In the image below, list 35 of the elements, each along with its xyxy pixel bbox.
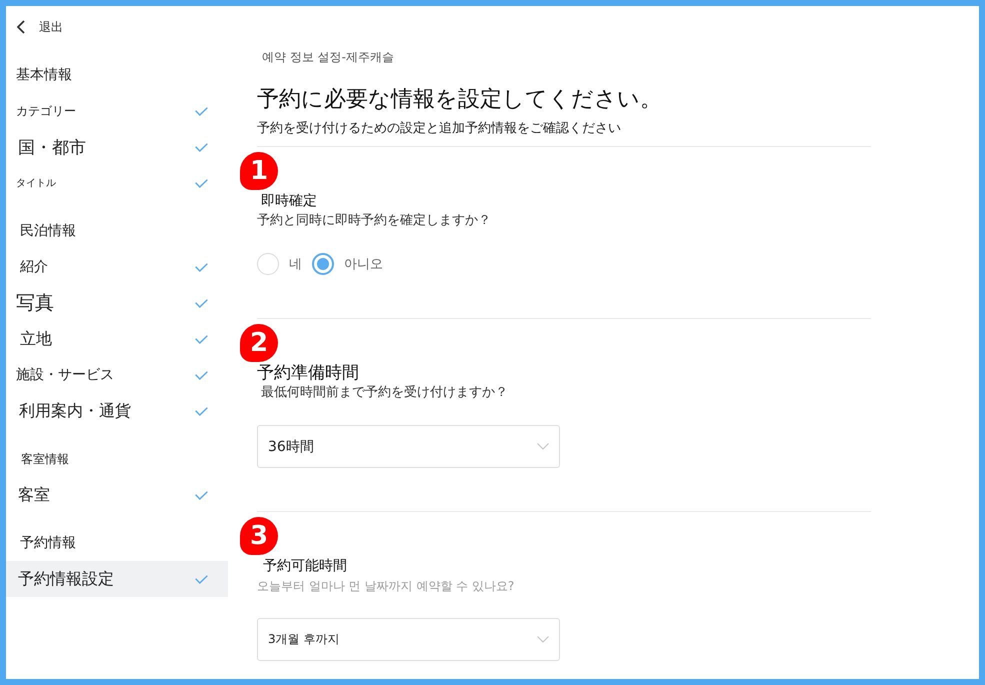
page-subtitle: 予約を受け付けるための設定と追加予約情報をご確認ください (257, 120, 622, 138)
sidebar-section-title: 基本情報 (15, 66, 73, 85)
chevron-down-icon (537, 636, 549, 643)
sidebar-item[interactable]: 国・都市 (6, 129, 228, 165)
sidebar-item[interactable]: 紹介 (6, 249, 228, 285)
radio-option[interactable]: 네 (257, 253, 302, 275)
step-title: 予約準備時間 (257, 363, 360, 383)
sidebar-item[interactable]: 施設・サービス (6, 357, 228, 393)
exit-button[interactable]: 退出 (6, 9, 63, 45)
chevron-down-icon (537, 443, 549, 450)
radio-option[interactable]: 아니오 (312, 253, 383, 275)
step-question: 最低何時間前まで予約を受け付けますか？ (260, 384, 509, 402)
sidebar-section-title: 予約情報 (19, 534, 77, 553)
sidebar-item[interactable]: 立地 (6, 321, 228, 357)
sidebar-item[interactable]: 予約情報設定 (6, 561, 228, 597)
dropdown-select[interactable]: 3개월 후까지 (257, 618, 560, 661)
chevron-left-icon (17, 20, 25, 34)
step-number-badge: 1 (240, 152, 278, 190)
page-title: 予約に必要な情報を設定してください。 (257, 86, 663, 114)
step-title: 予約可能時間 (262, 557, 348, 576)
sidebar-section-title: 客室情報 (20, 451, 70, 468)
sidebar-item[interactable]: 利用案内・通貨 (6, 393, 228, 429)
step-question: 오늘부터 얼마나 먼 날짜까지 예약할 수 있나요? (257, 578, 516, 595)
sidebar-section-title: 民泊情報 (19, 222, 77, 241)
step-question: 予約と同時に即時予約を確定しますか？ (257, 212, 492, 230)
step-number-badge: 3 (240, 517, 278, 555)
step-title: 即時確定 (260, 192, 318, 211)
sidebar-item[interactable]: 写真 (6, 285, 228, 321)
sidebar-item[interactable]: カテゴリー (6, 93, 228, 129)
dropdown-select[interactable]: 36時間 (257, 425, 560, 468)
breadcrumb-text: 예약 정보 설정-제주캐슬 (261, 49, 395, 66)
radio-button[interactable] (312, 253, 334, 275)
step-number-badge: 2 (240, 324, 278, 362)
sidebar-item[interactable]: 客室 (6, 477, 228, 513)
sidebar-item[interactable]: タイトル (6, 165, 228, 201)
